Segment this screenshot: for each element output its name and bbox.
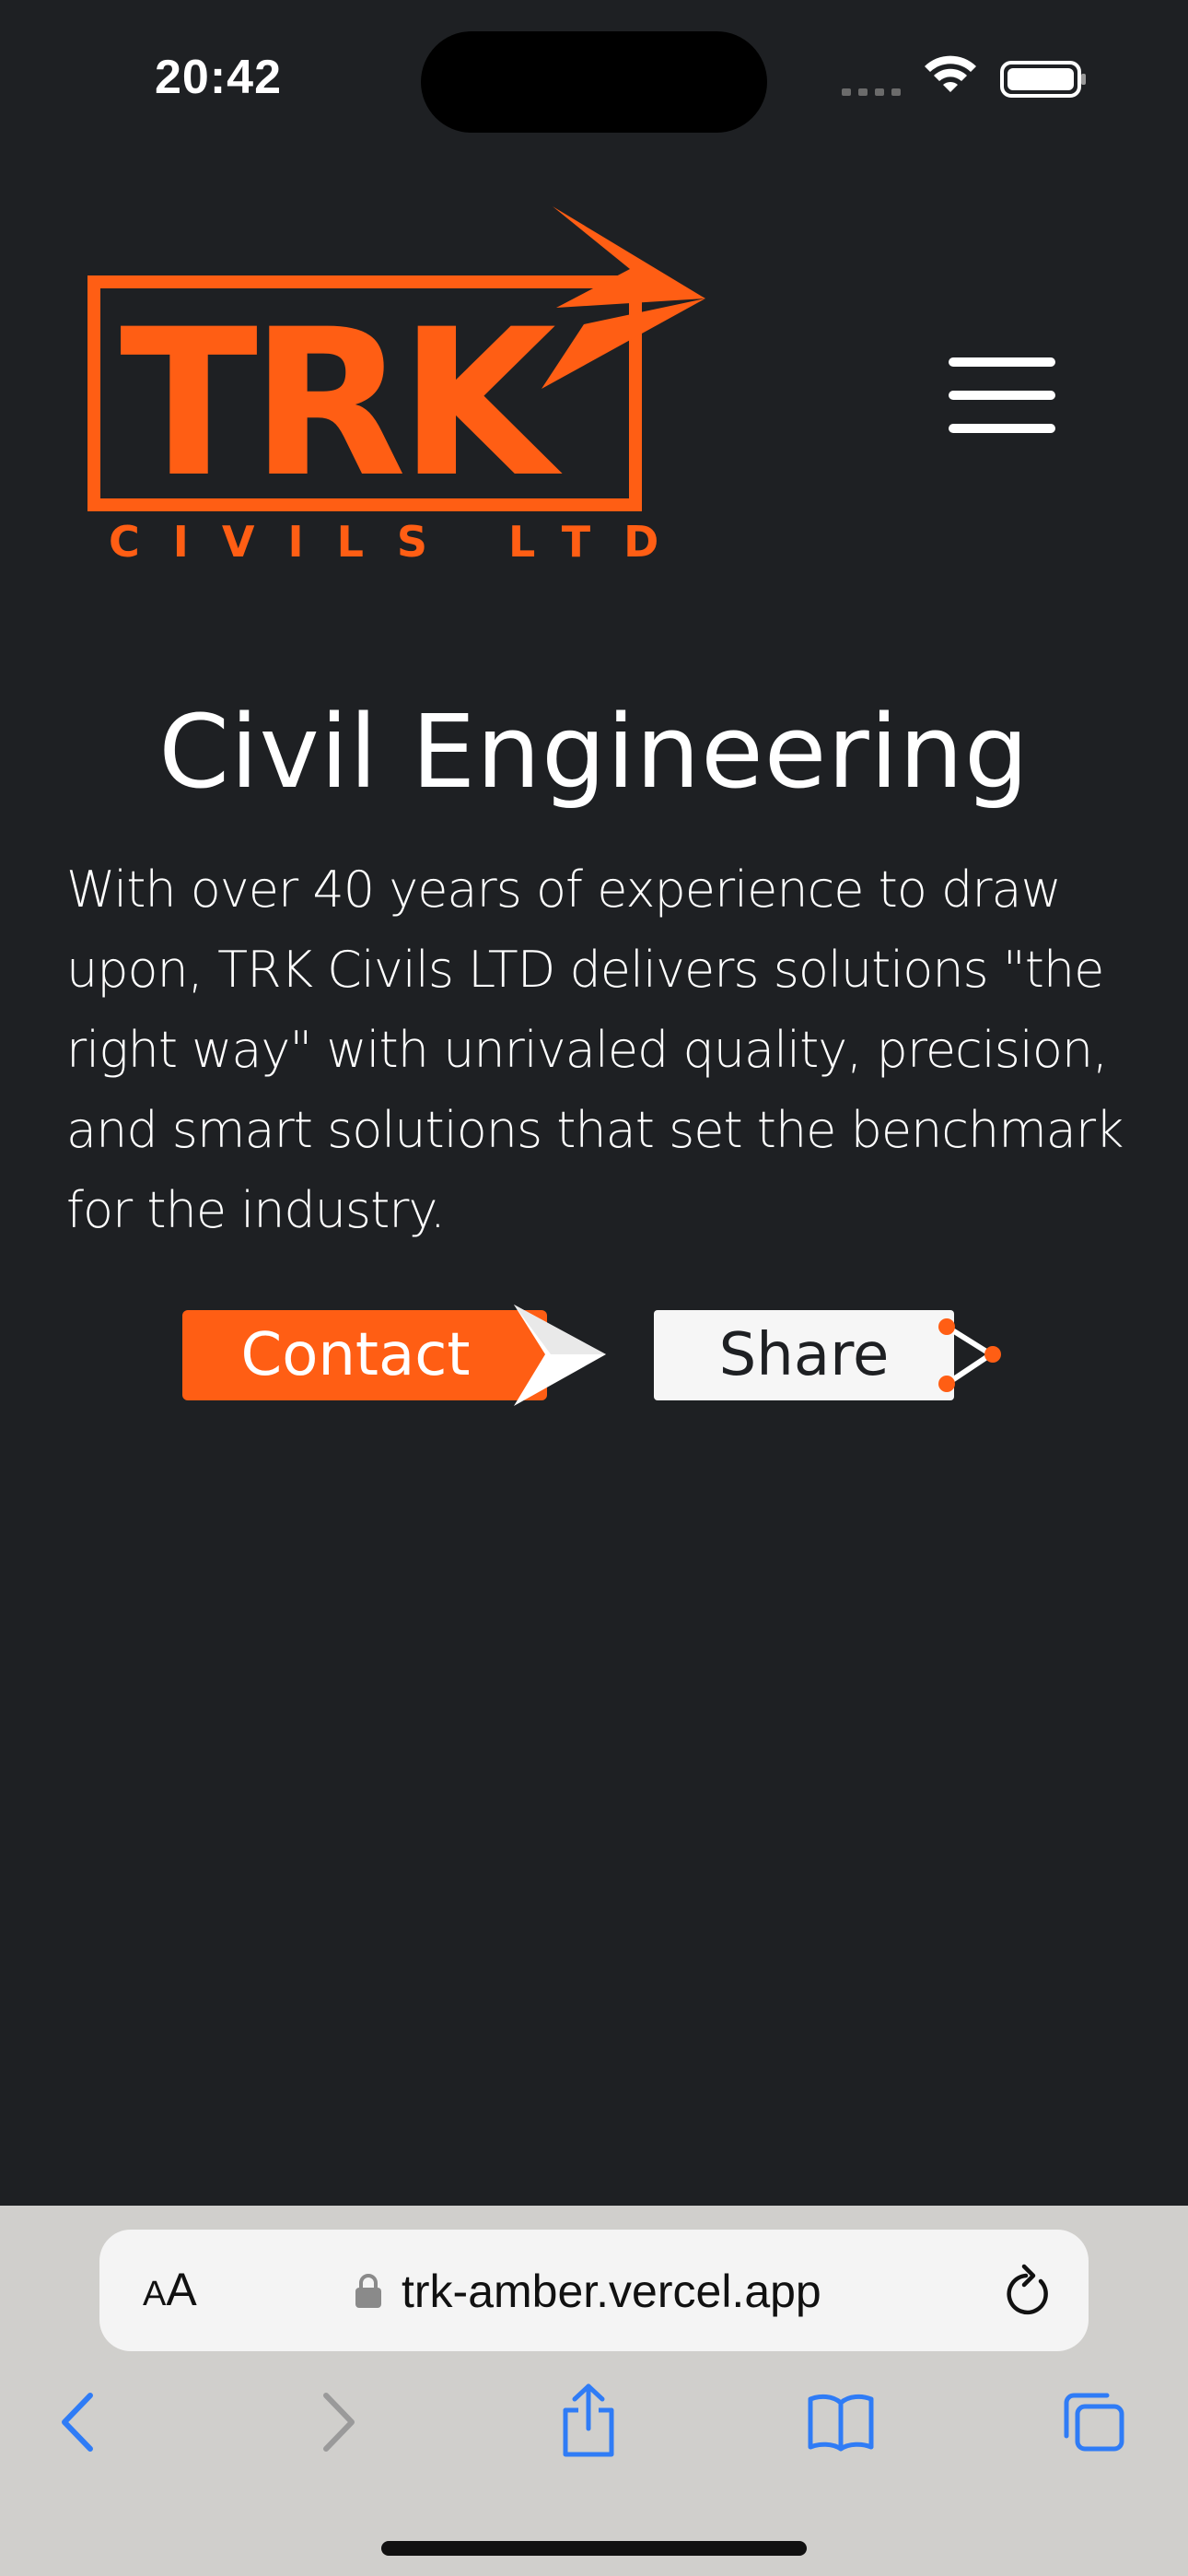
text-size-small: A <box>143 2275 167 2313</box>
hamburger-menu-icon[interactable] <box>949 356 1055 435</box>
battery-icon <box>1000 61 1086 98</box>
lock-icon <box>355 2274 381 2308</box>
forward-icon[interactable] <box>320 2392 357 2453</box>
home-indicator <box>381 2541 807 2556</box>
screen: 20:42 TRK CIVILS LTD Civil Engineering W… <box>0 0 1188 2576</box>
share-icon[interactable] <box>558 2383 619 2458</box>
trk-logo[interactable]: TRK CIVILS LTD <box>87 205 713 573</box>
status-time: 20:42 <box>155 51 282 104</box>
menu-line-bottom <box>949 424 1055 433</box>
logo-name: TRK <box>120 286 563 521</box>
menu-line-middle <box>949 391 1055 400</box>
dynamic-island <box>421 31 767 133</box>
share-button[interactable]: Share <box>654 1310 954 1400</box>
signal-icon <box>842 88 901 96</box>
text-size-large: A <box>166 2264 197 2315</box>
share-button-label: Share <box>718 1321 890 1389</box>
hero-description: With over 40 years of experience to draw… <box>66 861 1124 1239</box>
logo-arrow-bottom <box>542 299 705 389</box>
logo-arrow-top <box>553 206 705 308</box>
contact-button[interactable]: Contact <box>182 1310 547 1400</box>
status-icons <box>842 55 1086 98</box>
url-text[interactable]: trk-amber.vercel.app <box>402 2265 821 2318</box>
logo-tagline: CIVILS LTD <box>109 517 692 567</box>
back-icon[interactable] <box>59 2392 96 2453</box>
hero-title: Civil Engineering <box>158 693 1030 811</box>
contact-button-label: Contact <box>240 1321 471 1389</box>
menu-line-top <box>949 357 1055 367</box>
text-size-button[interactable]: AA <box>143 2263 197 2316</box>
share-nodes-icon <box>936 1310 1001 1400</box>
wifi-icon <box>925 55 976 92</box>
reload-icon[interactable] <box>1004 2263 1052 2316</box>
tabs-icon[interactable] <box>1061 2392 1125 2453</box>
contact-arrow-icon <box>514 1305 606 1406</box>
bookmarks-icon[interactable] <box>807 2392 875 2453</box>
